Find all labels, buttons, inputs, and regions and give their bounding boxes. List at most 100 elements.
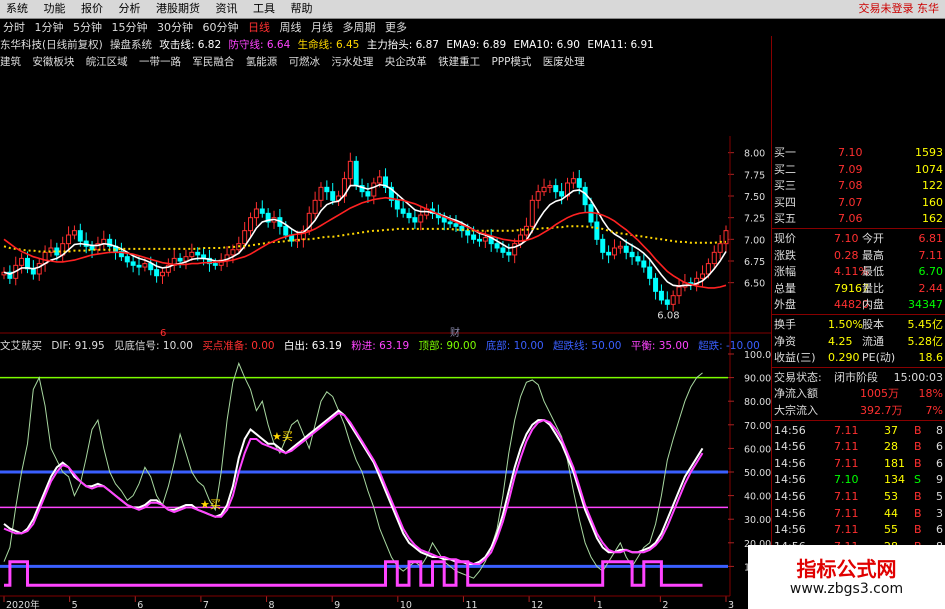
candle-body [195,251,201,256]
tick-time: 14:56 [774,440,806,454]
flow-pct: 7% [925,404,943,417]
stat-row: 总量 79167 量比 2.44 [772,280,945,297]
stat-value: 6.70 [918,265,944,279]
ind-y-tick-label: 40.00 [744,492,771,503]
quote-separator [772,366,945,368]
menu-news[interactable]: 资讯 [210,0,244,18]
candle-body [242,230,248,245]
candle-body [570,178,576,184]
indicator-grid [0,353,734,568]
flow-value: 392.7万 [860,404,903,417]
candle-body [559,191,565,197]
menu-system[interactable]: 系统 [0,0,34,18]
stat-value: 2.44 [918,281,944,295]
stat-value: 0.28 [834,248,859,262]
tick-price: 7.11 [834,490,859,503]
candle-body [148,263,154,271]
tick-time: 14:56 [774,423,806,437]
tf-1min[interactable]: 1分钟 [32,19,67,36]
stat-label: 外盘 [774,298,796,312]
quote-panel: 买一 7.10 1593 买二 7.09 1074 买三 7.08 122 买四 7.07 160 买五… [772,144,945,609]
candle-body [717,243,723,253]
tick-row: 14:56 7.11 53 B 5 [772,488,945,505]
ind-y-tick-label: 80.00 [744,397,771,408]
candle-body [36,263,42,275]
x-tick-label: 5 [72,600,78,609]
stat-label: 今开 [862,232,884,245]
candle-body [494,243,500,249]
tick-side: B [914,490,922,503]
tf-weekly[interactable]: 周线 [277,19,305,36]
candle-body [142,263,148,268]
tick-price: 7.11 [834,523,859,537]
ind-y-tick-label: 70.00 [744,421,771,432]
candle-body [406,212,412,219]
menu-analysis[interactable]: 分析 [113,0,147,18]
bid-label: 买二 [774,162,796,176]
candle-body [676,286,682,297]
tick-price: 7.11 [834,506,859,520]
candle-body [553,185,559,193]
watermark: 指标公式网 www.zbgs3.com [748,545,945,609]
candle-body [371,182,377,197]
chart-canvas[interactable]: 8.00 7.75 7.50 7.25 7.00 6.75 6.50 100.0 90.00 80… [0,36,772,609]
menu-quote[interactable]: 报价 [75,0,109,18]
tick-count: 6 [936,523,943,537]
menu-help[interactable]: 帮助 [285,0,319,18]
stat-label: 净资 [774,334,796,348]
stat-row: 涨跌 0.28 最高 7.11 [772,247,945,264]
tf-30min[interactable]: 30分钟 [154,19,196,36]
mid-marker: 财 [450,326,460,339]
candle-body [441,217,447,223]
bid-label: 买一 [774,146,796,159]
x-tick-label: 2 [662,600,668,609]
candle-body [19,257,25,266]
candle-body [635,256,641,262]
flow-label: 净流入额 [774,387,818,401]
menu-tools[interactable]: 工具 [247,0,281,18]
candle-body [647,266,653,279]
tick-time: 14:56 [774,523,806,537]
stat-value: 1.50% [828,318,863,331]
x-tick-label: 1 [597,600,603,609]
tick-volume: 37 [884,423,898,437]
order-book-row: 买一 7.10 1593 [772,144,945,161]
bid-volume: 1074 [915,162,943,176]
flow-label: 大宗流入 [774,404,818,417]
tf-daily[interactable]: 日线 [245,19,273,36]
quote-separator [772,314,945,315]
x-tick-label: 8 [269,600,275,609]
candle-body [377,176,383,184]
tf-15min[interactable]: 15分钟 [109,19,151,36]
stat-row: 现价 7.10 今开 6.81 [772,230,945,247]
menu-hk-futures[interactable]: 港股期货 [150,0,206,18]
stat-label: 内盘 [862,298,884,312]
quote-separator [772,228,945,229]
candle-body [506,251,512,256]
tf-monthly[interactable]: 月线 [308,19,336,36]
stat-row: 涨幅 4.11% 最低 6.70 [772,263,945,280]
candle-body [523,225,529,236]
stat-row: 换手 1.50% 股本 5.45亿 [772,316,945,333]
ind-y-tick-label: 50.00 [744,468,771,479]
stat-value: 5.28亿 [907,334,944,348]
candle-body [541,186,547,193]
bid-volume: 122 [922,179,943,193]
candle-body [653,277,659,292]
tick-price: 7.10 [834,473,859,487]
x-tick-label: 9 [334,600,340,609]
tf-intraday[interactable]: 分时 [0,19,28,36]
x-tick-label: 10 [400,600,412,609]
tf-60min[interactable]: 60分钟 [200,19,242,36]
login-status[interactable]: 交易未登录 东华 [859,0,940,18]
tf-5min[interactable]: 5分钟 [70,19,105,36]
candle-body [664,299,670,305]
tick-side: S [914,473,921,487]
tick-volume: 134 [884,473,905,487]
candle-body [547,185,553,188]
candle-body [576,178,582,188]
menu-function[interactable]: 功能 [38,0,72,18]
tf-more[interactable]: 更多 [382,19,410,36]
tf-multi[interactable]: 多周期 [340,19,379,36]
main-y-tick-label: 7.00 [744,235,765,246]
